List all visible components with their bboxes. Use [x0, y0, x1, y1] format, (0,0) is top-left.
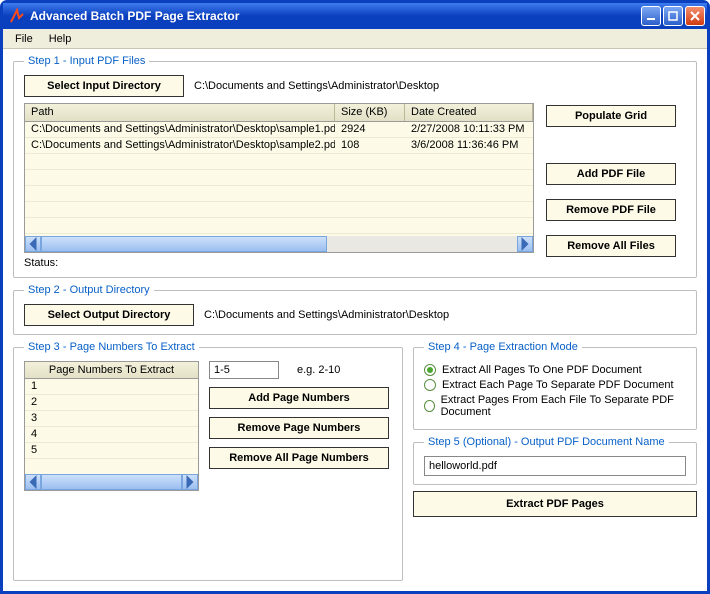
scroll-right-icon[interactable]: [182, 474, 198, 490]
step1-legend: Step 1 - Input PDF Files: [24, 55, 149, 67]
add-pdf-button[interactable]: Add PDF File: [546, 163, 676, 185]
remove-all-page-numbers-button[interactable]: Remove All Page Numbers: [209, 447, 389, 469]
scroll-track[interactable]: [41, 474, 182, 490]
close-button[interactable]: [685, 6, 705, 26]
radio-icon: [424, 364, 436, 376]
radio-option-1[interactable]: Extract Each Page To Separate PDF Docume…: [424, 379, 686, 391]
radio-label: Extract Pages From Each File To Separate…: [441, 394, 686, 418]
cell-size: 108: [335, 138, 405, 153]
extract-pdf-pages-button[interactable]: Extract PDF Pages: [413, 491, 697, 517]
scroll-left-icon[interactable]: [25, 474, 41, 490]
grid-body: C:\Documents and Settings\Administrator\…: [25, 122, 533, 236]
step3-group: Step 3 - Page Numbers To Extract Page Nu…: [13, 341, 403, 581]
content: Step 1 - Input PDF Files Select Input Di…: [3, 49, 707, 591]
grid-header: Path Size (KB) Date Created: [25, 104, 533, 122]
step5-group: Step 5 (Optional) - Output PDF Document …: [413, 436, 697, 485]
menu-help[interactable]: Help: [41, 31, 80, 47]
scroll-track[interactable]: [41, 236, 517, 252]
scroll-right-icon[interactable]: [517, 236, 533, 252]
table-row: [25, 218, 533, 234]
maximize-button[interactable]: [663, 6, 683, 26]
radio-option-2[interactable]: Extract Pages From Each File To Separate…: [424, 394, 686, 418]
page-range-input[interactable]: [209, 361, 279, 379]
window-buttons: [641, 6, 705, 26]
radio-icon: [424, 379, 436, 391]
files-grid[interactable]: Path Size (KB) Date Created C:\Documents…: [24, 103, 534, 253]
output-filename-input[interactable]: [424, 456, 686, 476]
step4-legend: Step 4 - Page Extraction Mode: [424, 341, 582, 353]
step1-group: Step 1 - Input PDF Files Select Input Di…: [13, 55, 697, 278]
remove-page-numbers-button[interactable]: Remove Page Numbers: [209, 417, 389, 439]
remove-all-button[interactable]: Remove All Files: [546, 235, 676, 257]
select-output-directory-button[interactable]: Select Output Directory: [24, 304, 194, 326]
list-item[interactable]: 5: [25, 443, 198, 459]
radio-icon: [424, 400, 435, 412]
col-size[interactable]: Size (KB): [335, 104, 405, 121]
window-title: Advanced Batch PDF Page Extractor: [30, 9, 641, 23]
col-date[interactable]: Date Created: [405, 104, 533, 121]
titlebar: Advanced Batch PDF Page Extractor: [3, 3, 707, 29]
cell-date: 2/27/2008 10:11:33 PM: [405, 122, 533, 137]
spacer: [546, 141, 686, 149]
scroll-thumb[interactable]: [41, 236, 327, 252]
table-row: [25, 202, 533, 218]
step4-group: Step 4 - Page Extraction Mode Extract Al…: [413, 341, 697, 430]
status-row: Status:: [24, 257, 534, 269]
grid-hscrollbar[interactable]: [25, 236, 533, 252]
cell-path: C:\Documents and Settings\Administrator\…: [25, 122, 335, 137]
scroll-left-icon[interactable]: [25, 236, 41, 252]
step3-legend: Step 3 - Page Numbers To Extract: [24, 341, 199, 353]
radio-label: Extract Each Page To Separate PDF Docume…: [442, 379, 674, 391]
status-label: Status:: [24, 257, 58, 269]
table-row: [25, 170, 533, 186]
step2-group: Step 2 - Output Directory Select Output …: [13, 284, 697, 335]
step5-legend: Step 5 (Optional) - Output PDF Document …: [424, 436, 669, 448]
list-item[interactable]: 3: [25, 411, 198, 427]
cell-path: C:\Documents and Settings\Administrator\…: [25, 138, 335, 153]
page-numbers-list[interactable]: Page Numbers To Extract 1 2 3 4 5: [24, 361, 199, 491]
table-row: [25, 186, 533, 202]
list-header: Page Numbers To Extract: [25, 362, 198, 379]
list-item[interactable]: 1: [25, 379, 198, 395]
table-row[interactable]: C:\Documents and Settings\Administrator\…: [25, 122, 533, 138]
minimize-button[interactable]: [641, 6, 661, 26]
list-hscrollbar[interactable]: [25, 474, 198, 490]
menubar: File Help: [3, 29, 707, 49]
input-directory-path: C:\Documents and Settings\Administrator\…: [194, 80, 439, 92]
select-input-directory-button[interactable]: Select Input Directory: [24, 75, 184, 97]
list-body: 1 2 3 4 5: [25, 379, 198, 474]
output-directory-path: C:\Documents and Settings\Administrator\…: [204, 309, 449, 321]
table-row[interactable]: C:\Documents and Settings\Administrator\…: [25, 138, 533, 154]
radio-option-0[interactable]: Extract All Pages To One PDF Document: [424, 364, 686, 376]
step2-legend: Step 2 - Output Directory: [24, 284, 154, 296]
populate-grid-button[interactable]: Populate Grid: [546, 105, 676, 127]
app-icon: [9, 8, 25, 24]
page-range-hint: e.g. 2-10: [297, 364, 340, 376]
remove-pdf-button[interactable]: Remove PDF File: [546, 199, 676, 221]
app-window: Advanced Batch PDF Page Extractor File H…: [0, 0, 710, 594]
list-item[interactable]: 4: [25, 427, 198, 443]
col-path[interactable]: Path: [25, 104, 335, 121]
cell-size: 2924: [335, 122, 405, 137]
radio-label: Extract All Pages To One PDF Document: [442, 364, 642, 376]
menu-file[interactable]: File: [7, 31, 41, 47]
table-row: [25, 154, 533, 170]
list-item[interactable]: 2: [25, 395, 198, 411]
add-page-numbers-button[interactable]: Add Page Numbers: [209, 387, 389, 409]
cell-date: 3/6/2008 11:36:46 PM: [405, 138, 533, 153]
